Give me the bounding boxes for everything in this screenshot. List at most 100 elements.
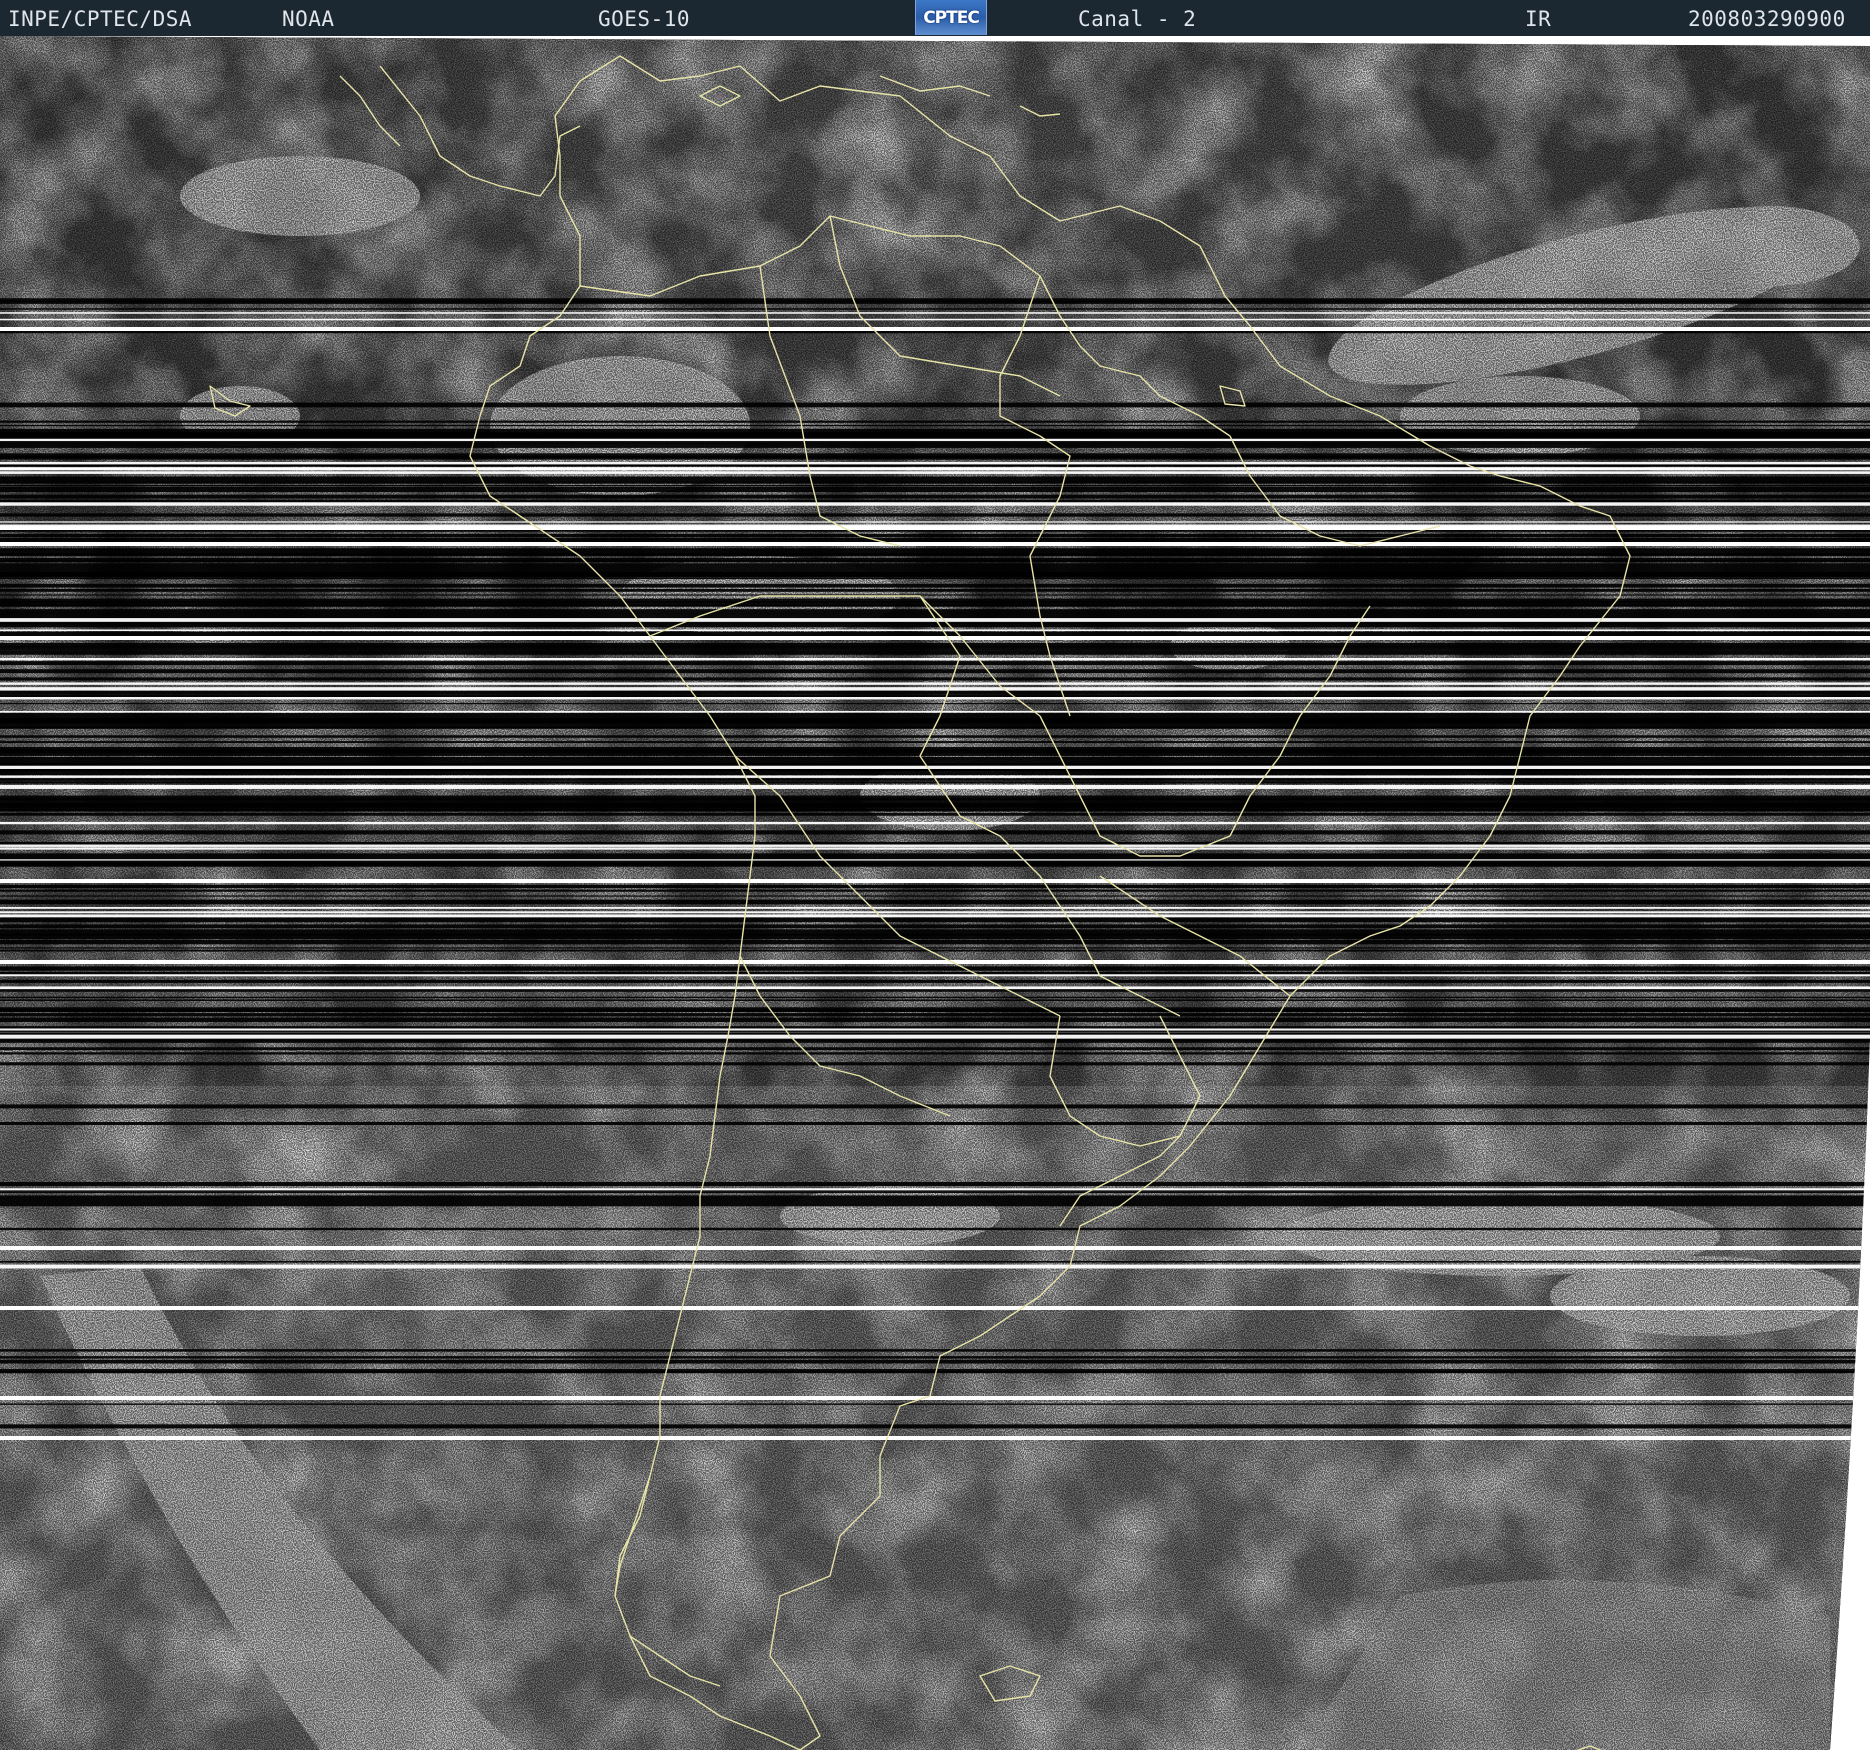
scan-line xyxy=(0,996,1870,999)
scan-line xyxy=(0,521,1870,523)
scan-line xyxy=(0,669,1870,674)
scan-line xyxy=(0,308,1870,310)
scan-line xyxy=(0,710,1870,713)
scan-line xyxy=(0,489,1870,493)
scan-line xyxy=(0,623,1870,628)
scan-line xyxy=(0,809,1870,811)
channel-label: Canal - 2 xyxy=(1078,7,1197,31)
satellite-image xyxy=(0,36,1870,1750)
scan-line-white xyxy=(0,542,1870,546)
scan-line xyxy=(0,697,1870,700)
scan-line xyxy=(0,966,1870,971)
scan-line xyxy=(0,1190,1870,1194)
scan-line xyxy=(0,690,1870,695)
earth-disk xyxy=(0,36,1870,1750)
scan-line xyxy=(0,420,1870,423)
scan-line xyxy=(0,486,1870,490)
scan-line xyxy=(0,1040,1870,1043)
scan-line-white xyxy=(0,1246,1870,1250)
scan-line xyxy=(0,812,1870,816)
timestamp-label: 200803290900 xyxy=(1688,7,1846,31)
scan-line-white xyxy=(0,526,1870,530)
scan-line xyxy=(0,553,1870,556)
scan-line-white xyxy=(0,1436,1870,1440)
satellite-label: GOES-10 xyxy=(598,7,691,31)
scan-line xyxy=(0,720,1870,724)
scan-line xyxy=(0,1356,1870,1359)
scan-line xyxy=(0,884,1870,889)
scan-line xyxy=(0,741,1870,743)
scan-line xyxy=(0,499,1870,503)
scan-line-white xyxy=(0,327,1870,331)
scan-line xyxy=(0,502,1870,506)
scan-line xyxy=(0,481,1870,484)
scan-line xyxy=(0,924,1870,929)
cptec-logo: CPTEC xyxy=(915,0,987,35)
satellite-map-svg xyxy=(0,36,1870,1750)
scan-line xyxy=(0,629,1870,632)
scan-line xyxy=(0,1264,1870,1269)
scan-line xyxy=(0,751,1870,756)
scan-line xyxy=(0,847,1870,850)
scan-line xyxy=(0,574,1870,577)
scan-line xyxy=(0,769,1870,772)
scan-line xyxy=(0,455,1870,460)
scan-line xyxy=(0,1424,1870,1429)
scan-line xyxy=(0,533,1870,538)
scan-line xyxy=(0,1052,1870,1055)
scan-line xyxy=(0,1047,1870,1051)
scan-line xyxy=(0,1030,1870,1033)
scan-line xyxy=(0,1371,1870,1373)
scan-line xyxy=(0,999,1870,1001)
scan-line xyxy=(0,312,1870,314)
image-header: INPE/CPTEC/DSA NOAA GOES-10 CPTEC Canal … xyxy=(0,0,1870,36)
scan-line-white xyxy=(0,879,1870,883)
scan-line-white xyxy=(0,960,1870,964)
scan-line xyxy=(0,1349,1870,1352)
scan-line xyxy=(0,434,1870,437)
scan-line xyxy=(0,537,1870,543)
scan-line xyxy=(0,859,1870,861)
scan-line xyxy=(0,971,1870,975)
scan-line xyxy=(0,657,1870,661)
scan-line xyxy=(0,1034,1870,1039)
scan-line xyxy=(0,895,1870,897)
scan-line xyxy=(0,1121,1870,1126)
scan-line xyxy=(0,911,1870,914)
scan-line xyxy=(0,682,1870,685)
scan-line xyxy=(0,703,1870,705)
scan-line xyxy=(0,1017,1870,1022)
scan-line xyxy=(0,906,1870,909)
scan-line xyxy=(0,687,1870,691)
scan-line xyxy=(0,1062,1870,1066)
logo-text: CPTEC xyxy=(923,8,980,28)
scan-line xyxy=(0,1182,1870,1186)
scan-line xyxy=(0,476,1870,483)
scan-line-white xyxy=(0,1306,1870,1310)
scan-line xyxy=(0,899,1870,905)
scan-line xyxy=(0,735,1870,738)
scan-line xyxy=(0,830,1870,835)
scan-line xyxy=(0,1013,1870,1017)
scan-line xyxy=(0,1403,1870,1405)
scan-line xyxy=(0,917,1870,923)
scan-line xyxy=(0,974,1870,977)
scan-line xyxy=(0,471,1870,474)
scan-line xyxy=(0,844,1870,847)
scan-line xyxy=(0,424,1870,427)
scan-line xyxy=(0,889,1870,892)
scan-line xyxy=(0,318,1870,321)
scan-line xyxy=(0,484,1870,487)
band-label: IR xyxy=(1525,7,1552,31)
scan-line xyxy=(0,467,1870,470)
scan-line xyxy=(0,583,1870,588)
scan-line xyxy=(0,1227,1870,1231)
scan-line xyxy=(0,862,1870,867)
scan-line xyxy=(0,1009,1870,1013)
scan-line xyxy=(0,762,1870,776)
scan-line xyxy=(0,650,1870,655)
scan-line xyxy=(0,949,1870,952)
scan-line xyxy=(0,441,1870,444)
scan-line xyxy=(0,577,1870,580)
scan-line xyxy=(0,933,1870,936)
